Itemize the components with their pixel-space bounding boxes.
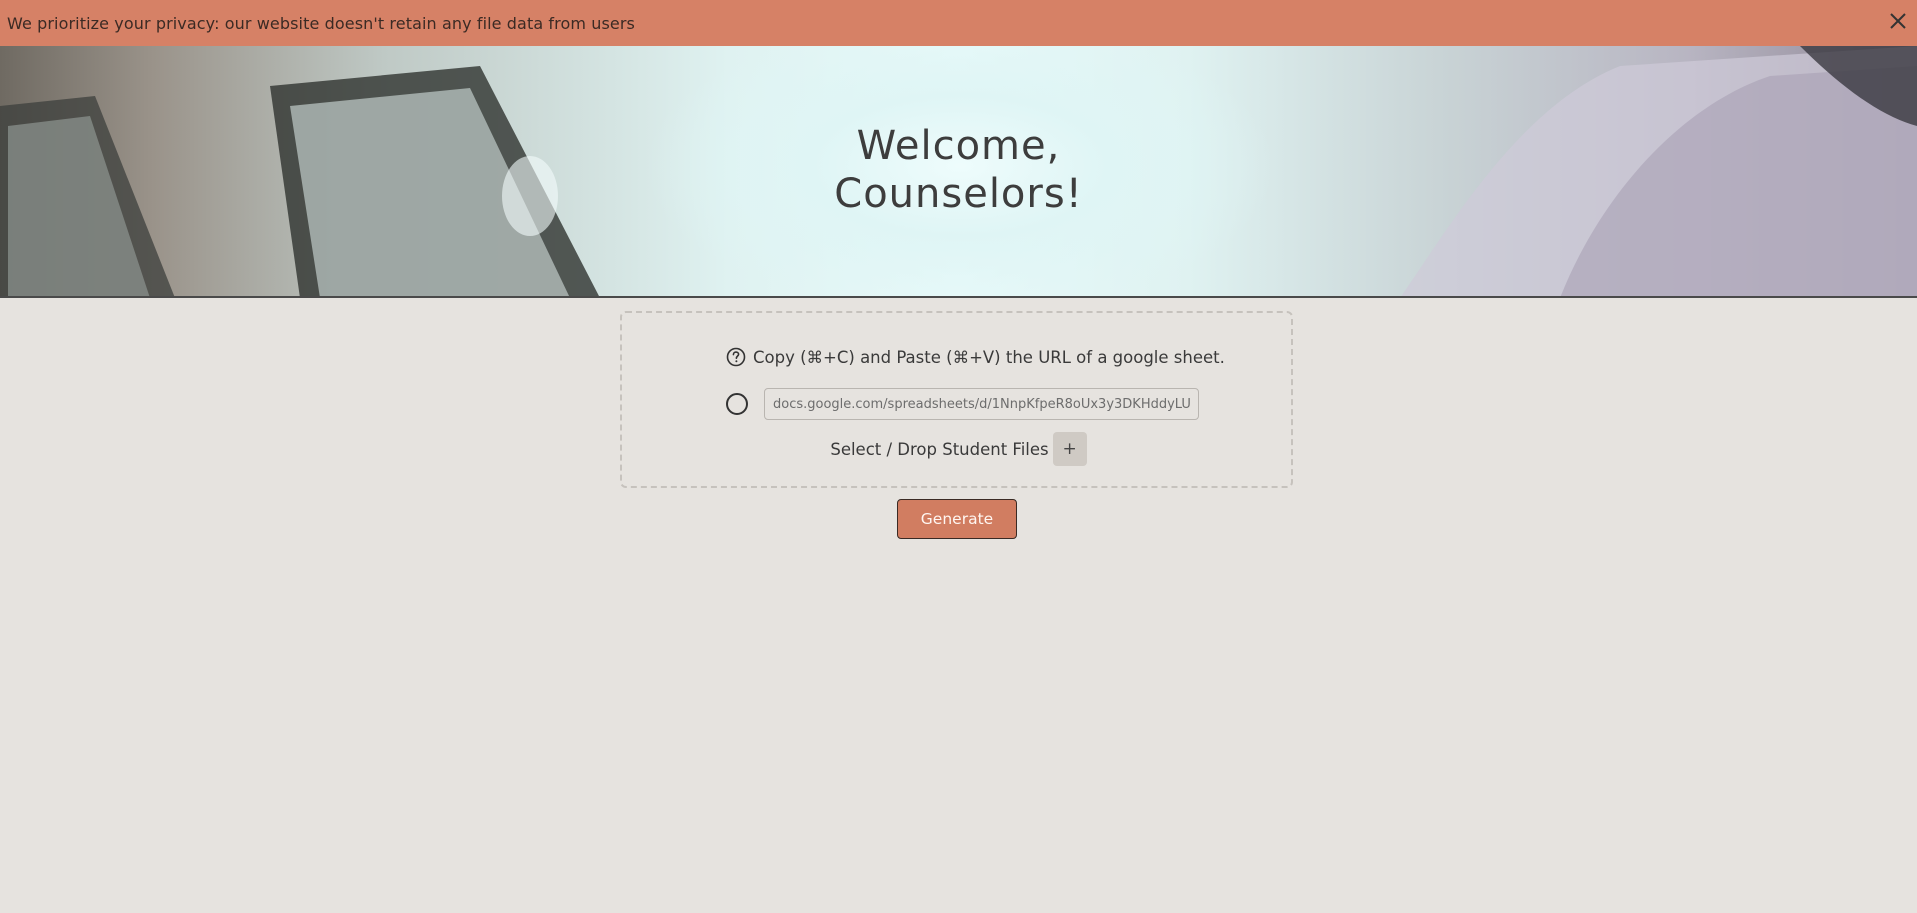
generate-button[interactable]: Generate (897, 499, 1017, 539)
url-radio-button[interactable] (726, 393, 748, 415)
add-files-button[interactable]: + (1052, 432, 1087, 466)
hero-banner: Welcome, Counselors! (0, 46, 1917, 298)
file-drop-zone[interactable]: Copy (⌘+C) and Paste (⌘+V) the URL of a … (620, 311, 1293, 488)
close-icon[interactable] (1887, 10, 1909, 32)
instructions-row: Copy (⌘+C) and Paste (⌘+V) the URL of a … (726, 347, 1225, 367)
url-row (726, 388, 1199, 420)
page-title: Welcome, Counselors! (0, 122, 1917, 218)
privacy-banner-text: We prioritize your privacy: our website … (7, 13, 635, 33)
privacy-banner: We prioritize your privacy: our website … (0, 0, 1917, 46)
page-title-line-2: Counselors! (834, 171, 1083, 217)
instructions-text: Copy (⌘+C) and Paste (⌘+V) the URL of a … (753, 347, 1225, 367)
page-title-line-1: Welcome, (856, 123, 1061, 169)
student-files-label: Select / Drop Student Files (830, 439, 1049, 459)
question-circle-icon[interactable] (726, 347, 746, 367)
sheet-url-input[interactable] (764, 388, 1199, 420)
student-files-row: Select / Drop Student Files + (622, 432, 1291, 466)
